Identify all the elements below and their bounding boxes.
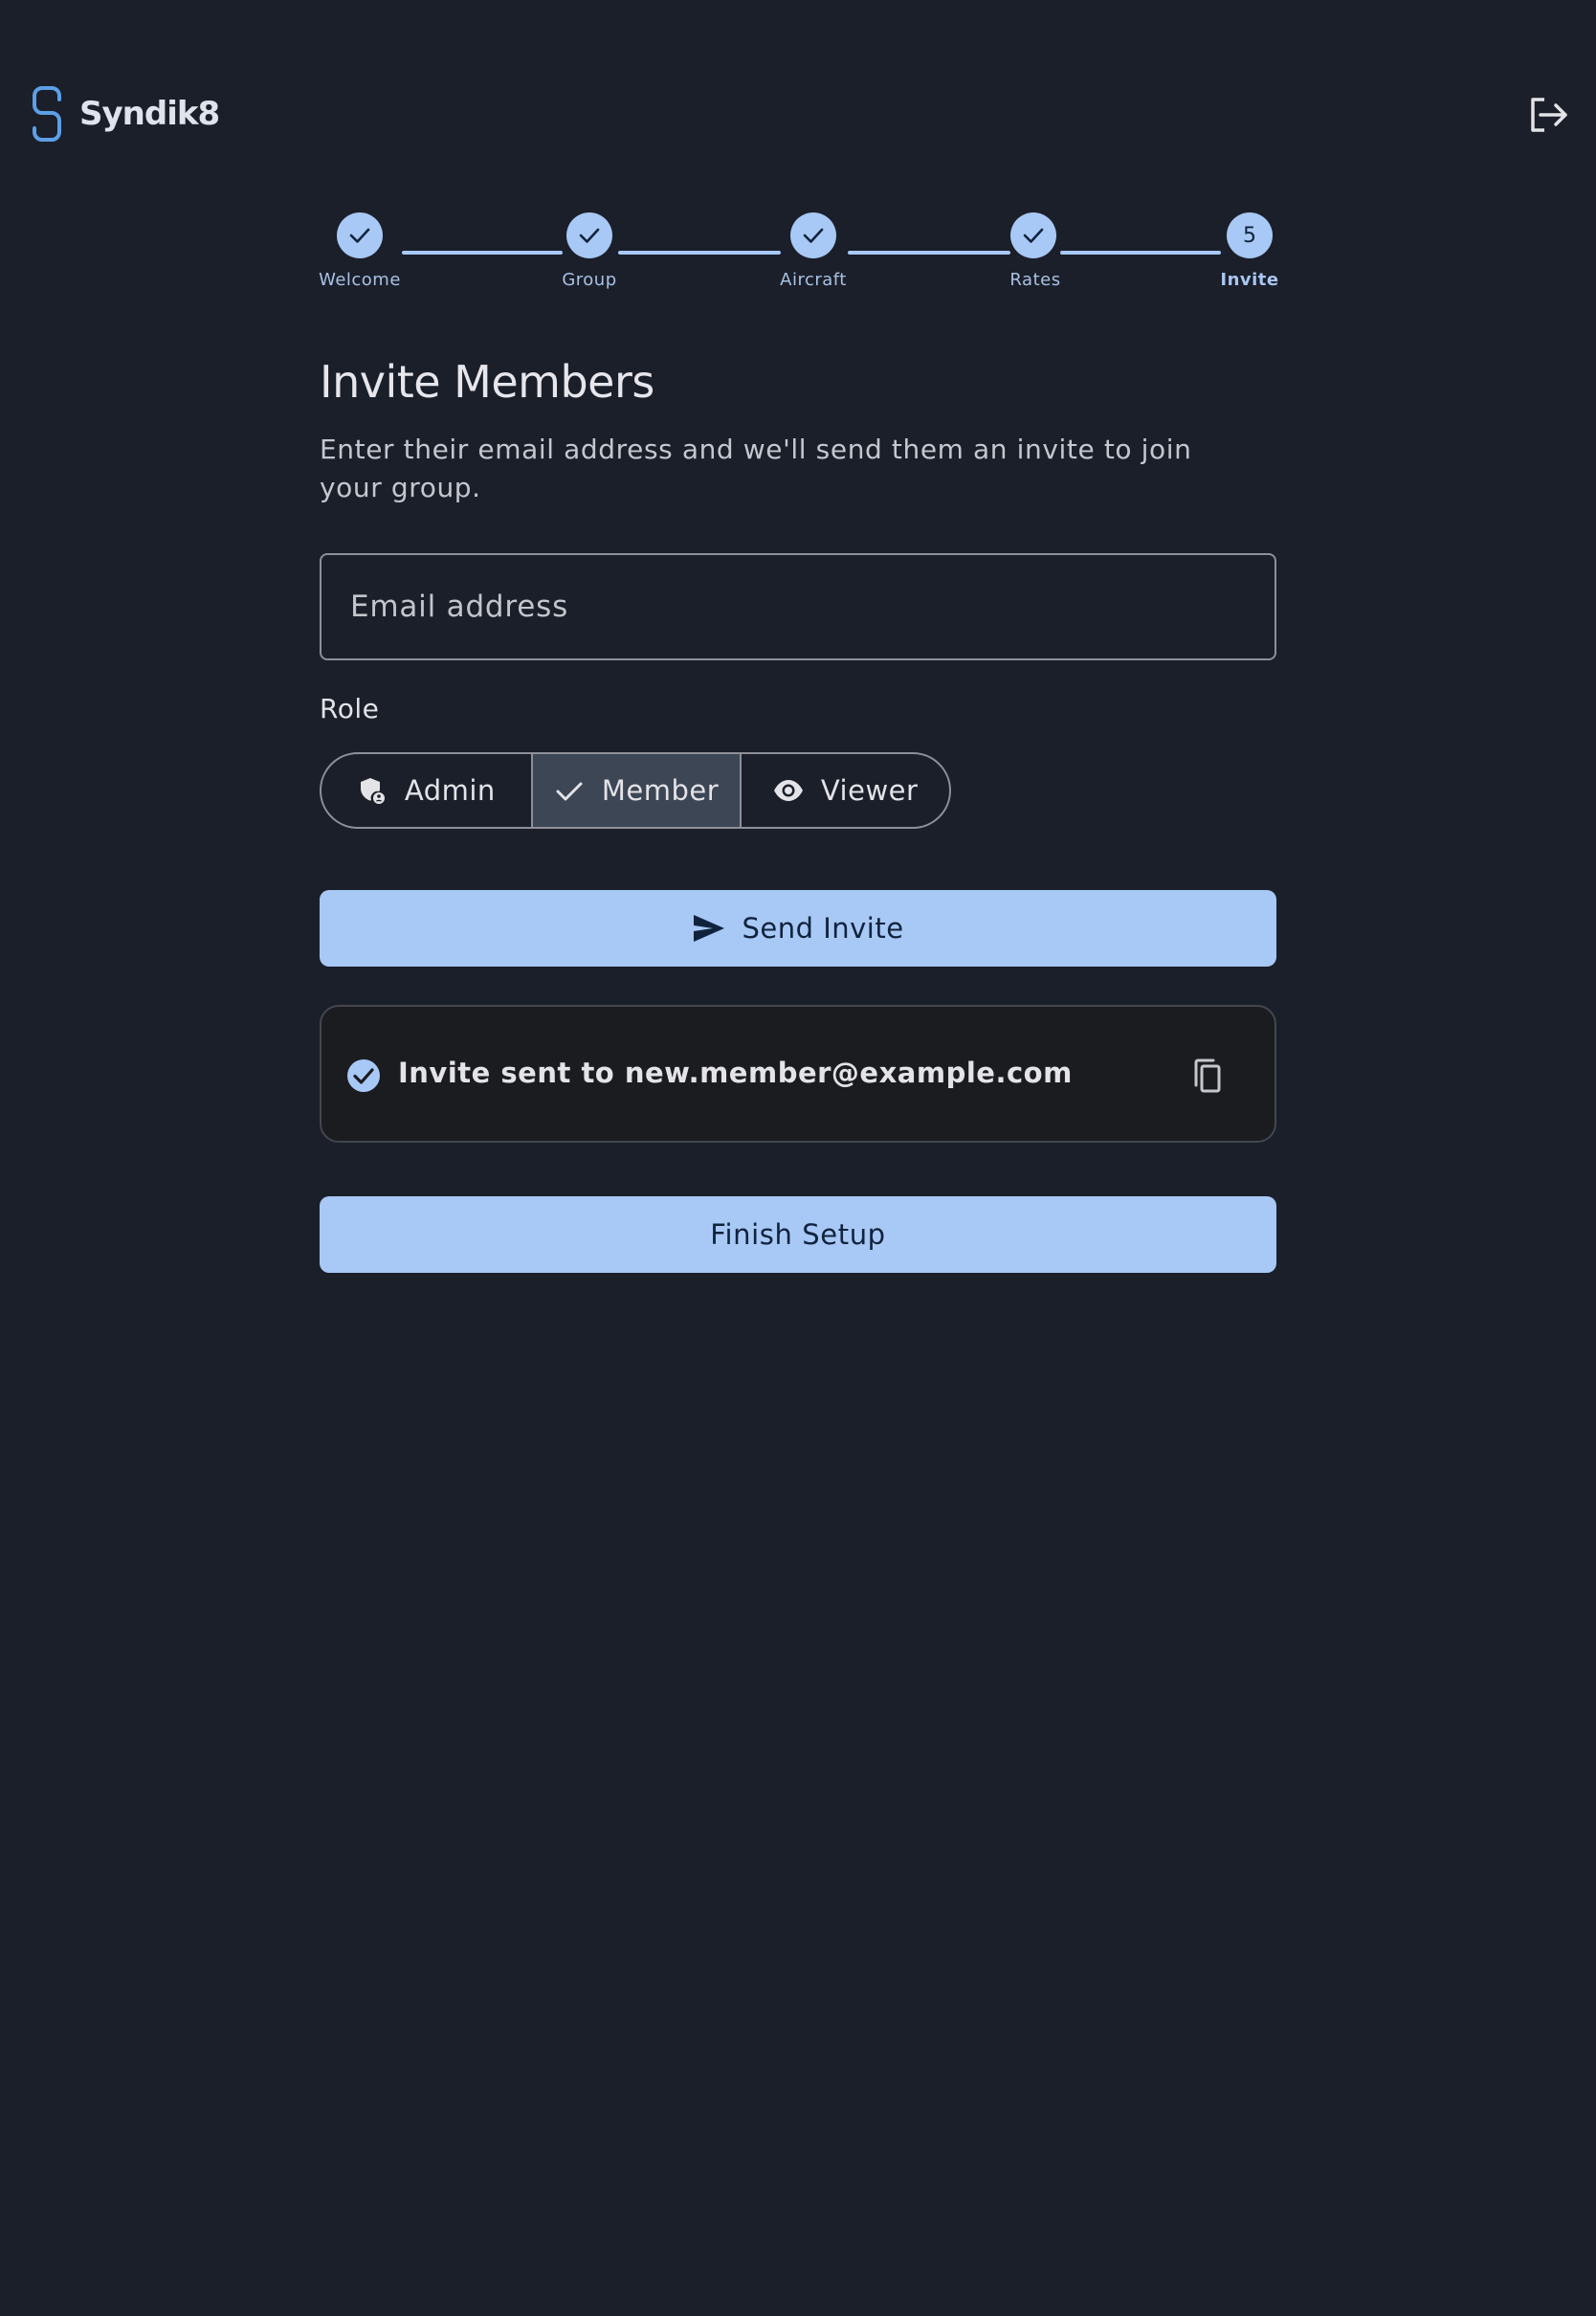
check-icon (803, 228, 824, 243)
step-label-invite: Invite (1220, 270, 1279, 290)
brand-name: Syndik8 (79, 95, 220, 133)
role-member-label: Member (601, 774, 720, 807)
eye-icon (773, 780, 803, 801)
step-invite-circle: 5 (1227, 212, 1273, 258)
role-viewer-button[interactable]: Viewer (740, 754, 949, 827)
role-label: Role (320, 693, 380, 724)
check-circle-icon (347, 1059, 380, 1092)
step-group-circle (566, 212, 612, 258)
step-connector (848, 251, 1010, 255)
step-label-aircraft: Aircraft (780, 270, 847, 290)
page-title: Invite Members (320, 356, 654, 408)
step-rates-circle (1010, 212, 1056, 258)
email-input[interactable] (321, 555, 1275, 658)
step-welcome-circle (337, 212, 383, 258)
send-invite-button[interactable]: Send Invite (320, 890, 1276, 967)
check-icon (1023, 228, 1044, 243)
app-root: Syndik8 5 Welcome Group Aircraft Rates I… (0, 0, 1596, 2316)
role-member-button[interactable]: Member (530, 754, 741, 827)
invite-sent-notice: Invite sent to new.member@example.com (320, 1005, 1276, 1143)
role-admin-button[interactable]: Admin (321, 754, 531, 827)
page-subtitle: Enter their email address and we'll send… (320, 434, 1192, 503)
step-label-rates: Rates (1009, 270, 1061, 290)
step-connector (618, 251, 781, 255)
check-icon (349, 228, 370, 243)
role-selector: Admin Member Viewer (320, 752, 951, 829)
syndik8-logo-icon (33, 86, 61, 142)
role-viewer-label: Viewer (820, 774, 919, 807)
finish-setup-button[interactable]: Finish Setup (320, 1196, 1276, 1273)
check-icon (556, 782, 583, 801)
step-aircraft-circle (790, 212, 836, 258)
brand-logo[interactable]: Syndik8 (32, 86, 220, 142)
app-header: Syndik8 (0, 0, 1596, 230)
invite-sent-text: Invite sent to new.member@example.com (398, 1057, 1073, 1089)
role-admin-label: Admin (404, 774, 496, 807)
admin-shield-icon (360, 778, 385, 804)
email-field (320, 553, 1276, 660)
send-invite-label: Send Invite (742, 912, 904, 945)
step-label-group: Group (562, 270, 617, 290)
check-icon (579, 228, 600, 243)
copy-icon[interactable] (1188, 1057, 1227, 1095)
logout-icon[interactable] (1527, 94, 1569, 136)
step-connector (1060, 251, 1221, 255)
step-connector (402, 251, 563, 255)
send-icon (694, 915, 725, 942)
setup-stepper: 5 Welcome Group Aircraft Rates Invite (319, 212, 1279, 299)
step-label-welcome: Welcome (319, 270, 401, 290)
